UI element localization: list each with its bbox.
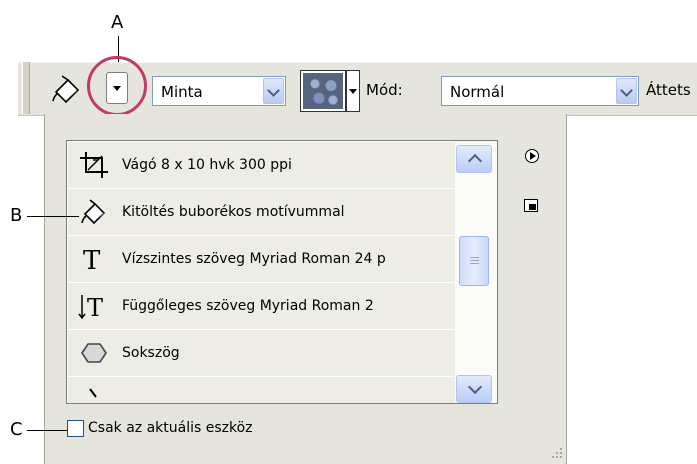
blend-mode-select[interactable]: Normál	[441, 76, 639, 106]
callout-b: B	[10, 205, 23, 226]
current-tool-only-label: Csak az aktuális eszköz	[88, 420, 253, 436]
polygon-icon	[81, 343, 107, 363]
bubbles-pattern-swatch[interactable]	[303, 73, 343, 109]
scrollbar-thumb[interactable]	[459, 236, 489, 286]
list-item-label: Sokszög	[122, 345, 180, 361]
list-item[interactable]	[68, 377, 454, 403]
list-item-label: Vágó 8 x 10 hvk 300 ppi	[122, 157, 292, 173]
fill-source-value: Minta	[161, 83, 203, 101]
crop-icon	[80, 152, 108, 178]
callout-b-line	[27, 216, 79, 217]
list-item[interactable]: T Függőleges szöveg Myriad Roman 2	[68, 283, 454, 330]
opacity-label: Áttets	[646, 81, 691, 99]
dropdown-arrow-icon[interactable]	[616, 78, 637, 104]
list-item-label: Vízszintes szöveg Myriad Roman 24 p	[122, 251, 386, 267]
options-bar-grip[interactable]	[22, 62, 30, 114]
current-tool-only-checkbox[interactable]	[67, 420, 84, 437]
paint-bucket-icon	[81, 199, 106, 225]
chevron-up-icon	[467, 153, 483, 169]
triangle-down-icon	[349, 89, 357, 94]
callout-a: A	[111, 12, 124, 33]
panel-menu-icon[interactable]	[525, 149, 539, 163]
dropdown-arrow-icon[interactable]	[263, 78, 284, 104]
partial-item-icon	[89, 388, 97, 398]
callout-c-line	[27, 430, 67, 431]
horizontal-type-icon: T	[83, 246, 101, 274]
list-item[interactable]: T Vízszintes szöveg Myriad Roman 24 p	[68, 236, 454, 283]
resize-grip-icon[interactable]	[548, 444, 564, 460]
list-item[interactable]: Kitöltés buborékos motívummal	[68, 189, 454, 236]
scroll-down-button[interactable]	[456, 375, 492, 403]
chevron-down-icon	[467, 379, 483, 395]
scroll-up-button[interactable]	[456, 145, 492, 173]
paint-bucket-icon[interactable]	[48, 72, 84, 106]
fill-source-select[interactable]: Minta	[152, 76, 286, 106]
list-item-label: Függőleges szöveg Myriad Roman 2	[122, 298, 374, 314]
blend-mode-value: Normál	[450, 83, 505, 101]
svg-text:T: T	[87, 294, 103, 321]
svg-text:T: T	[83, 246, 101, 274]
mode-label: Mód:	[366, 81, 403, 99]
vertical-type-icon: T	[78, 294, 103, 321]
callout-c: C	[10, 419, 23, 440]
pattern-picker-button[interactable]	[346, 70, 360, 112]
callout-a-highlight-circle	[87, 56, 147, 116]
list-item-label: Kitöltés buborékos motívummal	[122, 204, 345, 220]
list-item[interactable]: Vágó 8 x 10 hvk 300 ppi	[68, 142, 454, 189]
preset-list[interactable]: Vágó 8 x 10 hvk 300 ppi Kitöltés buborék…	[66, 140, 498, 404]
new-preset-icon[interactable]	[524, 199, 538, 212]
list-item[interactable]: Sokszög	[68, 330, 454, 377]
